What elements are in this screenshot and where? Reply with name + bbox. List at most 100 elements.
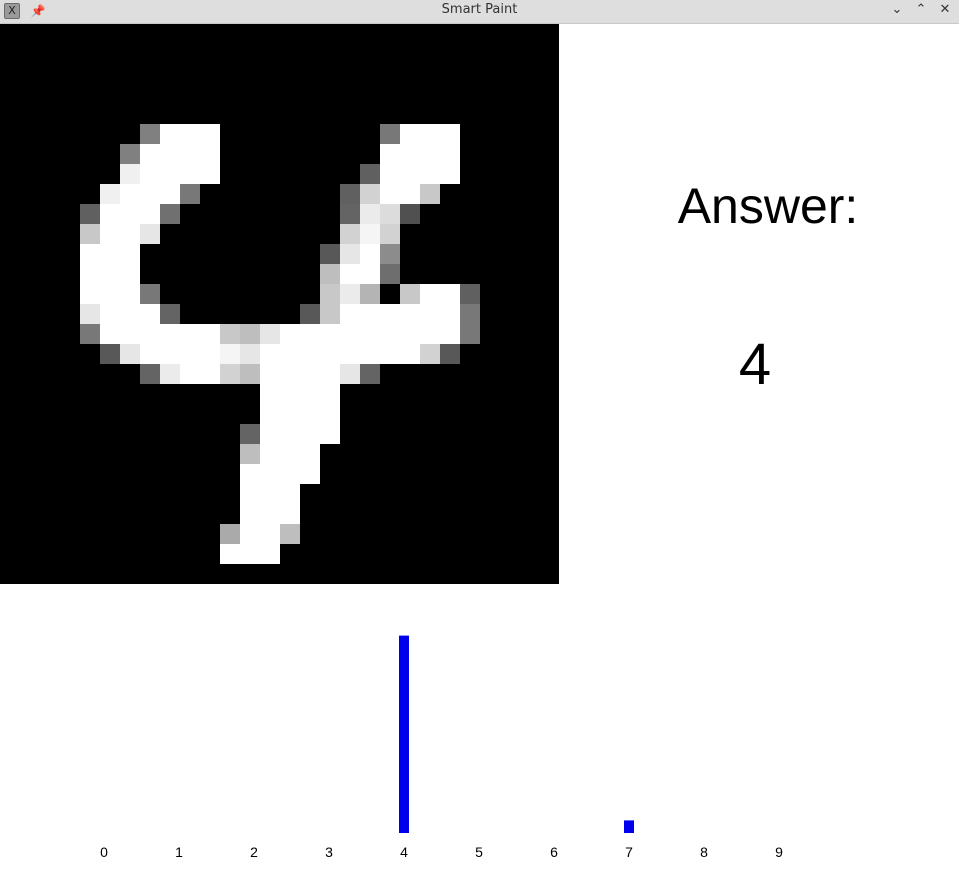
canvas-pixel bbox=[340, 324, 360, 344]
canvas-pixel bbox=[160, 344, 180, 364]
canvas-pixel bbox=[260, 504, 280, 524]
tick-label-1: 1 bbox=[175, 844, 183, 860]
canvas-pixel bbox=[220, 364, 240, 384]
canvas-pixel bbox=[300, 344, 320, 364]
canvas-pixel bbox=[260, 484, 280, 504]
canvas-pixel bbox=[220, 544, 240, 564]
tick-label-5: 5 bbox=[475, 844, 483, 860]
canvas-pixel bbox=[320, 404, 340, 424]
canvas-pixel bbox=[420, 344, 440, 364]
close-icon[interactable]: ✕ bbox=[935, 1, 955, 19]
canvas-pixel bbox=[380, 344, 400, 364]
canvas-pixel bbox=[280, 464, 300, 484]
canvas-pixel bbox=[280, 484, 300, 504]
canvas-pixel bbox=[180, 364, 200, 384]
canvas-pixel bbox=[300, 384, 320, 404]
canvas-pixel bbox=[140, 284, 160, 304]
probability-chart-svg: 0 1 2 3 4 5 6 7 8 9 bbox=[100, 635, 783, 860]
canvas-pixel bbox=[200, 364, 220, 384]
canvas-pixel bbox=[100, 264, 120, 284]
drawing-canvas[interactable] bbox=[0, 24, 559, 584]
canvas-pixel bbox=[420, 324, 440, 344]
canvas-pixel bbox=[80, 284, 100, 304]
canvas-pixel bbox=[400, 144, 420, 164]
title-bar[interactable]: X 📌 Smart Paint ⌄ ⌃ ✕ bbox=[0, 0, 959, 24]
canvas-pixel bbox=[460, 284, 480, 304]
canvas-pixel bbox=[320, 244, 340, 264]
canvas-pixel bbox=[400, 124, 420, 144]
canvas-pixel bbox=[200, 344, 220, 364]
canvas-pixel bbox=[320, 344, 340, 364]
drawing-canvas-surface[interactable] bbox=[0, 24, 559, 584]
canvas-pixel bbox=[380, 124, 400, 144]
canvas-pixel bbox=[220, 324, 240, 344]
canvas-pixel bbox=[140, 364, 160, 384]
probability-chart: 0 1 2 3 4 5 6 7 8 9 bbox=[0, 584, 959, 883]
canvas-pixel bbox=[100, 324, 120, 344]
tick-label-3: 3 bbox=[325, 844, 333, 860]
canvas-pixel bbox=[300, 324, 320, 344]
window-title: Smart Paint bbox=[441, 2, 518, 17]
answer-value: 4 bbox=[738, 332, 772, 397]
canvas-pixel bbox=[180, 124, 200, 144]
canvas-pixel bbox=[440, 344, 460, 364]
canvas-pixel bbox=[320, 384, 340, 404]
canvas-pixel bbox=[100, 344, 120, 364]
canvas-pixel bbox=[80, 264, 100, 284]
canvas-pixel bbox=[280, 384, 300, 404]
canvas-pixel bbox=[320, 364, 340, 384]
canvas-pixel bbox=[260, 524, 280, 544]
canvas-pixel bbox=[280, 364, 300, 384]
canvas-pixel bbox=[240, 484, 260, 504]
canvas-pixel bbox=[80, 324, 100, 344]
canvas-pixel bbox=[120, 144, 140, 164]
canvas-pixel bbox=[300, 404, 320, 424]
canvas-pixel bbox=[440, 304, 460, 324]
tick-label-4: 4 bbox=[400, 844, 408, 860]
canvas-pixel bbox=[180, 144, 200, 164]
minimize-icon[interactable]: ⌄ bbox=[887, 1, 907, 19]
canvas-pixel bbox=[440, 324, 460, 344]
canvas-pixel bbox=[180, 344, 200, 364]
canvas-pixel bbox=[180, 324, 200, 344]
canvas-pixel bbox=[160, 364, 180, 384]
canvas-pixel bbox=[100, 244, 120, 264]
canvas-pixel bbox=[240, 444, 260, 464]
canvas-pixel bbox=[400, 304, 420, 324]
canvas-pixel bbox=[160, 304, 180, 324]
canvas-pixel bbox=[120, 204, 140, 224]
canvas-pixel bbox=[340, 304, 360, 324]
canvas-pixel bbox=[120, 184, 140, 204]
tick-label-0: 0 bbox=[100, 844, 108, 860]
smart-paint-window: X 📌 Smart Paint ⌄ ⌃ ✕ Answer: 4 0 1 2 3 4 5 6 7… bbox=[0, 0, 959, 883]
canvas-pixel bbox=[420, 144, 440, 164]
canvas-pixel bbox=[340, 344, 360, 364]
canvas-pixel bbox=[140, 304, 160, 324]
canvas-pixel bbox=[400, 284, 420, 304]
canvas-pixel bbox=[80, 244, 100, 264]
canvas-pixel bbox=[240, 364, 260, 384]
tick-label-7: 7 bbox=[625, 844, 633, 860]
canvas-pixel bbox=[380, 144, 400, 164]
canvas-pixel bbox=[460, 304, 480, 324]
canvas-pixel bbox=[360, 224, 380, 244]
canvas-pixel bbox=[120, 224, 140, 244]
canvas-pixel bbox=[260, 404, 280, 424]
canvas-pixel bbox=[80, 224, 100, 244]
canvas-pixel bbox=[220, 524, 240, 544]
canvas-pixel bbox=[240, 544, 260, 564]
canvas-pixel bbox=[280, 324, 300, 344]
canvas-pixel bbox=[180, 164, 200, 184]
canvas-pixel bbox=[320, 264, 340, 284]
canvas-pixel bbox=[360, 164, 380, 184]
bar-4 bbox=[399, 635, 409, 833]
canvas-pixel bbox=[440, 164, 460, 184]
canvas-pixel bbox=[360, 284, 380, 304]
canvas-pixel bbox=[140, 224, 160, 244]
maximize-icon[interactable]: ⌃ bbox=[911, 1, 931, 19]
canvas-pixel bbox=[100, 284, 120, 304]
canvas-pixel bbox=[360, 244, 380, 264]
canvas-pixel bbox=[300, 424, 320, 444]
canvas-pixel bbox=[120, 264, 140, 284]
canvas-pixel bbox=[380, 324, 400, 344]
